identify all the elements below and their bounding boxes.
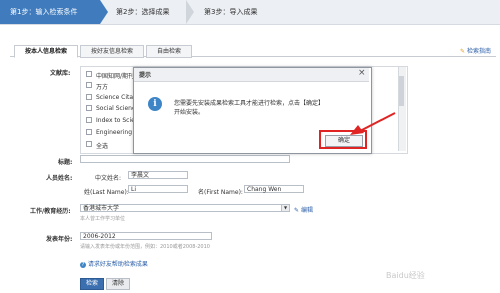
info-icon: i	[148, 97, 162, 111]
clear-button[interactable]: 清除	[106, 278, 130, 290]
close-icon[interactable]: ×	[358, 68, 366, 78]
source-scrollbar-thumb[interactable]	[399, 76, 404, 106]
question-icon: ?	[80, 262, 86, 268]
title-label: 标题:	[58, 159, 73, 166]
annotation-arrow	[350, 112, 396, 135]
help-link[interactable]: ✎ 检索指南	[460, 46, 491, 55]
dialog-message-line2: 开始安装。	[174, 109, 205, 116]
source-item-label: 中国知网/期刊	[96, 73, 135, 80]
watermark: Baidu经验	[386, 271, 425, 280]
friend-help-link[interactable]: ? 请求好友帮助检索成果	[80, 259, 148, 268]
year-label: 发表年份:	[46, 236, 73, 243]
source-item-label: 万方	[96, 84, 109, 91]
source-checkbox[interactable]	[86, 117, 92, 123]
step-3-label: 第3步：导入成果	[204, 8, 258, 16]
cn-name-label: 中文姓名:	[95, 175, 122, 182]
org-hint: 本人曾工作学习单位	[80, 216, 126, 222]
last-name-label: 姓(Last Name):	[84, 189, 129, 196]
org-label: 工作/教育经历:	[30, 208, 71, 215]
step-2-label: 第2步：选择成果	[116, 8, 170, 16]
source-item-label: Engineering V	[96, 129, 139, 136]
dialog-title: 提示	[139, 72, 152, 79]
tab-free-search[interactable]: 自由检索	[146, 45, 192, 58]
help-icon: ✎	[460, 48, 466, 55]
source-checkbox[interactable]	[86, 71, 92, 77]
source-checkbox[interactable]	[86, 105, 92, 111]
dialog-message-line1: 您需要先安装成果检索工具才能进行检索，点击【确定】	[174, 100, 325, 107]
search-button[interactable]: 检索	[80, 278, 104, 290]
first-name-label: 名(First Name):	[198, 189, 243, 196]
person-label: 人员姓名:	[46, 175, 73, 182]
year-input[interactable]: 2006-2012	[80, 232, 212, 240]
chevron-down-icon: ▼	[281, 205, 289, 211]
org-edit-label: 编辑	[300, 207, 313, 214]
org-edit-link[interactable]: ✎ 编辑	[294, 205, 313, 214]
title-input[interactable]	[80, 155, 290, 163]
source-item-label: Science Citati	[96, 94, 138, 101]
source-label: 文献库:	[50, 70, 71, 77]
step-1-label: 第1步：输入检索条件	[10, 8, 78, 16]
step-separator	[186, 0, 194, 24]
select-all-label: 全选	[96, 143, 109, 150]
step-1-arrow	[100, 0, 108, 24]
tab-self-info[interactable]: 按本人信息检索	[14, 45, 78, 58]
source-checkbox[interactable]	[86, 82, 92, 88]
last-name-input[interactable]: Li	[128, 185, 188, 193]
org-select-value: 香港城市大学	[83, 205, 120, 212]
org-select[interactable]: 香港城市大学 ▼	[80, 204, 290, 212]
help-link-label: 检索指南	[466, 48, 491, 55]
friend-help-label: 请求好友帮助检索成果	[87, 261, 148, 268]
first-name-input[interactable]: Chang Wen	[244, 185, 304, 193]
year-hint: 请输入发表年份或年份范围，例如：2010或者2008-2010	[80, 244, 210, 250]
source-checkbox[interactable]	[86, 94, 92, 100]
cn-name-input[interactable]: 李晨文	[128, 171, 188, 179]
dialog-titlebar	[134, 68, 369, 82]
source-checkbox[interactable]	[86, 129, 92, 135]
select-all-checkbox[interactable]	[86, 141, 92, 147]
pencil-icon: ✎	[294, 207, 300, 214]
tab-friend-info[interactable]: 按好友信息检索	[80, 45, 144, 58]
source-item-label: Index to Scie	[96, 117, 135, 124]
